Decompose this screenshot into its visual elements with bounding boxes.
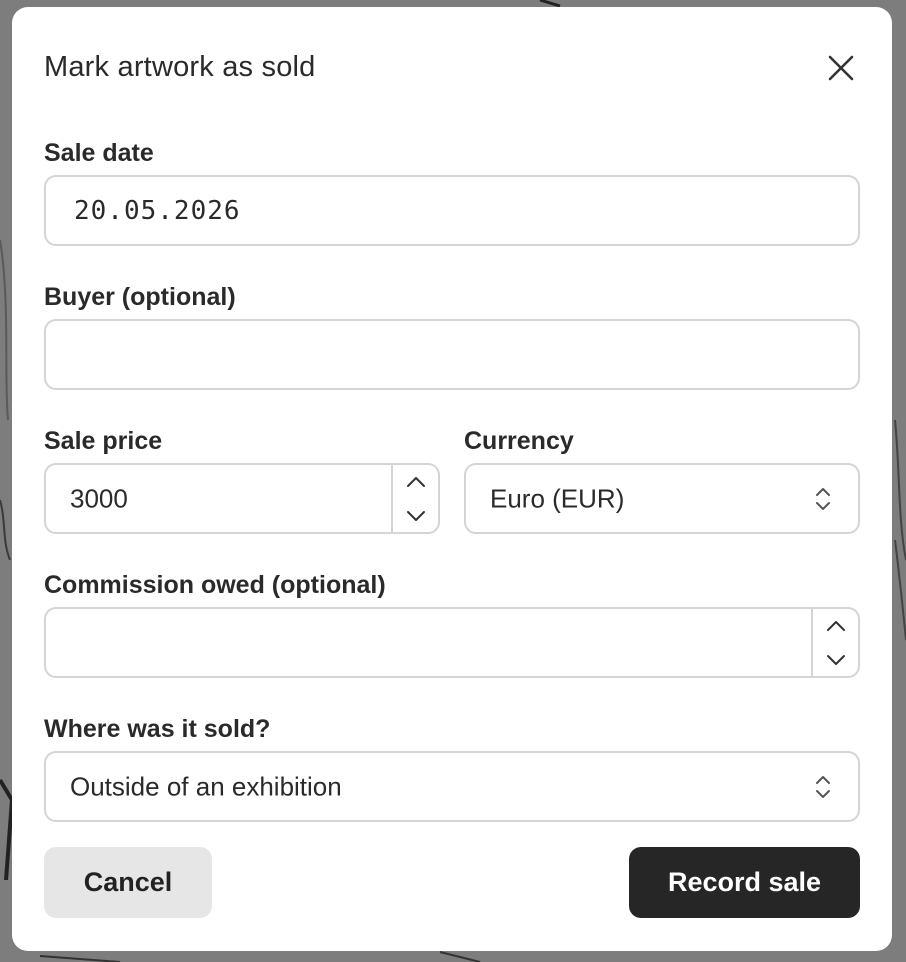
sale-date-label: Sale date <box>44 139 154 167</box>
commission-label: Commission owed (optional) <box>44 571 386 599</box>
mark-sold-dialog: Mark artwork as sold Sale date 20.05.202… <box>12 7 892 951</box>
sale-price-input[interactable]: 3000 <box>44 463 440 534</box>
commission-stepper <box>811 609 858 676</box>
currency-label: Currency <box>464 427 574 455</box>
cancel-button[interactable]: Cancel <box>44 847 212 918</box>
location-selected-value: Outside of an exhibition <box>70 771 342 801</box>
buyer-input[interactable] <box>44 319 860 390</box>
chevron-up-icon <box>826 620 845 631</box>
sale-price-value: 3000 <box>70 483 128 513</box>
chevron-down-icon <box>406 510 425 521</box>
sale-price-label: Sale price <box>44 427 163 455</box>
commission-decrement-button[interactable] <box>813 643 858 676</box>
record-sale-button[interactable]: Record sale <box>629 847 860 918</box>
commission-input[interactable] <box>44 607 860 678</box>
location-select[interactable]: Outside of an exhibition <box>44 751 860 822</box>
sale-date-field[interactable]: 20.05.2026 <box>44 175 860 246</box>
sale-date-value: 20.05.2026 <box>74 195 241 226</box>
select-arrows-icon <box>816 487 830 510</box>
location-label: Where was it sold? <box>44 715 271 743</box>
commission-increment-button[interactable] <box>813 609 858 642</box>
chevron-down-icon <box>826 654 845 665</box>
sale-price-increment-button[interactable] <box>393 465 438 498</box>
dialog-title: Mark artwork as sold <box>44 51 316 83</box>
chevron-up-icon <box>406 476 425 487</box>
close-icon <box>828 55 854 81</box>
buyer-label: Buyer (optional) <box>44 283 236 311</box>
currency-select[interactable]: Euro (EUR) <box>464 463 860 534</box>
sale-price-stepper <box>391 465 438 532</box>
close-button[interactable] <box>824 51 858 85</box>
select-arrows-icon <box>816 775 830 798</box>
currency-selected-value: Euro (EUR) <box>490 483 625 513</box>
sale-price-decrement-button[interactable] <box>393 499 438 532</box>
